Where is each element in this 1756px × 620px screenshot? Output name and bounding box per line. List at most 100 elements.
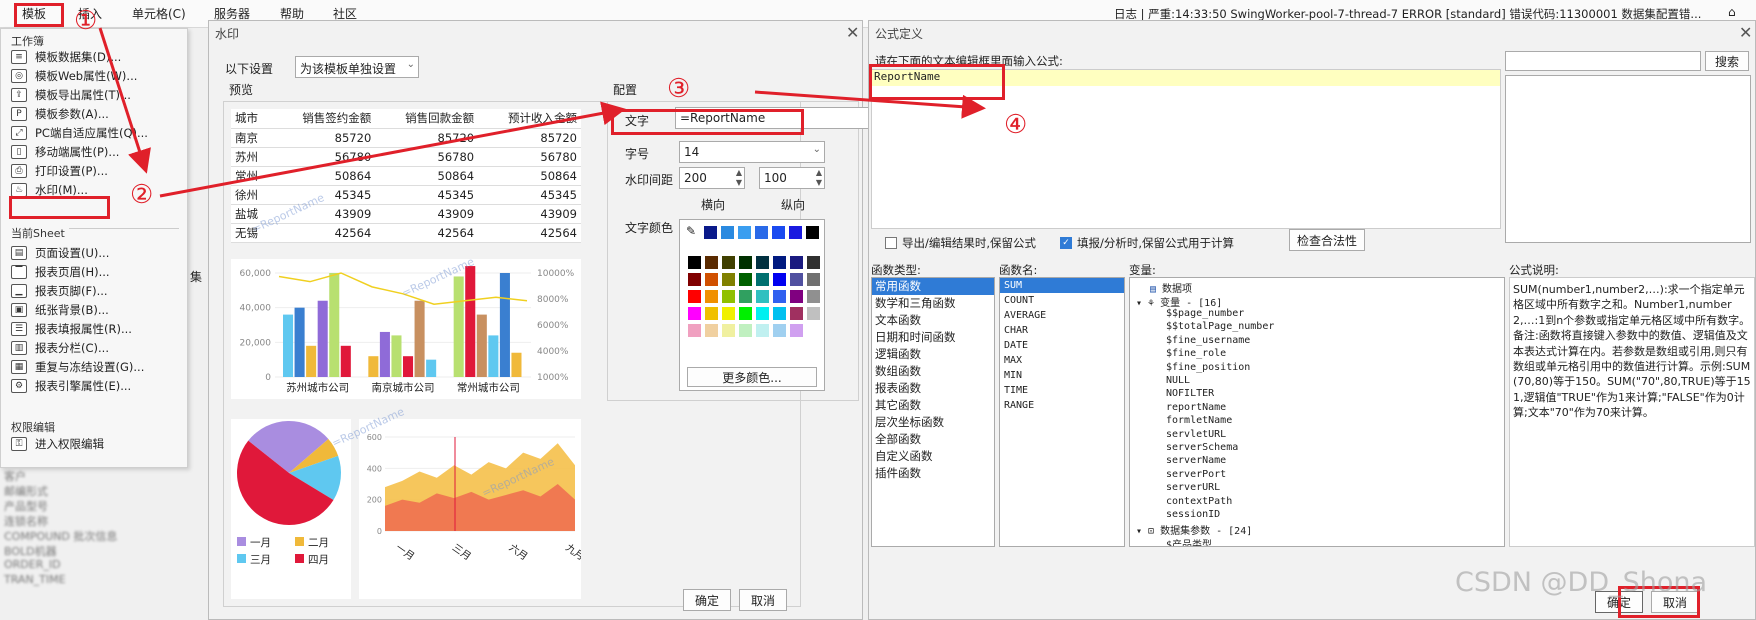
color-swatch[interactable]	[773, 290, 786, 303]
color-swatch[interactable]	[790, 256, 803, 269]
check-validity-button[interactable]: 检查合法性	[1289, 229, 1365, 251]
variable-item[interactable]: serverSchema	[1166, 442, 1238, 453]
menu-item[interactable]: ▁ 报表页脚(F)...	[11, 281, 181, 301]
menu-item[interactable]: ⤢ PC端自适应属性(Q)...	[11, 123, 181, 143]
color-swatch[interactable]	[722, 290, 735, 303]
function-name-item[interactable]: RANGE	[1000, 398, 1124, 413]
function-name-item[interactable]: MAX	[1000, 353, 1124, 368]
tree-field-item[interactable]: 连锁名称	[4, 513, 48, 529]
color-swatch[interactable]	[739, 307, 752, 320]
function-name-item[interactable]: AVERAGE	[1000, 308, 1124, 323]
spacing-horizontal-input[interactable]: 200 ▲ ▼	[679, 167, 745, 189]
variable-item[interactable]: serverName	[1166, 455, 1226, 466]
var-group-dataset-params[interactable]: ▾ ⊡ 数据集参数 - [24]	[1136, 522, 1252, 537]
function-type-item[interactable]: 文本函数	[872, 312, 994, 329]
function-name-list[interactable]: SUM COUNT AVERAGE CHAR DATE MAX MIN TIME RANGE	[999, 277, 1125, 547]
color-swatch[interactable]	[756, 290, 769, 303]
function-type-item[interactable]: 插件函数	[872, 465, 994, 482]
menu-item[interactable]: ▔ 报表页眉(H)...	[11, 262, 181, 282]
variable-item[interactable]: $fine_username	[1166, 335, 1250, 346]
color-swatch[interactable]	[739, 290, 752, 303]
menu-item[interactable]: ▯ 移动端属性(P)...	[11, 142, 181, 162]
tree-field-item[interactable]: 客户	[4, 468, 26, 484]
cancel-button[interactable]: 取消	[739, 589, 787, 611]
function-type-item[interactable]: 报表函数	[872, 380, 994, 397]
color-swatch[interactable]	[705, 324, 718, 337]
color-swatch[interactable]	[722, 256, 735, 269]
home-icon[interactable]: ⌂	[1728, 5, 1736, 19]
variable-item[interactable]: reportName	[1166, 402, 1226, 413]
function-type-item[interactable]: 数组函数	[872, 363, 994, 380]
color-swatch[interactable]	[756, 307, 769, 320]
function-type-item[interactable]: 常用函数	[872, 278, 994, 295]
var-group-variables[interactable]: ▾ ⚘ 变量 - [16]	[1136, 294, 1222, 309]
close-icon[interactable]: ✕	[846, 23, 859, 42]
color-swatch[interactable]	[688, 256, 701, 269]
variable-item[interactable]: $fine_role	[1166, 348, 1226, 359]
color-swatch[interactable]	[738, 226, 751, 239]
expand-icon[interactable]: ▾	[1136, 526, 1148, 537]
ok-button[interactable]: 确定	[683, 589, 731, 611]
function-name-item[interactable]: MIN	[1000, 368, 1124, 383]
tree-field-item[interactable]: 邮编形式	[4, 483, 48, 499]
menu-item[interactable]: ▤ 页面设置(U)...	[11, 243, 181, 263]
color-swatch[interactable]	[773, 307, 786, 320]
function-type-item[interactable]: 自定义函数	[872, 448, 994, 465]
menu-item[interactable]: ≡ 模板数据集(D)...	[11, 47, 181, 67]
color-swatch[interactable]	[807, 324, 820, 337]
color-swatch[interactable]	[789, 226, 802, 239]
color-swatch[interactable]	[688, 307, 701, 320]
color-swatch[interactable]	[722, 324, 735, 337]
variable-item[interactable]: contextPath	[1166, 496, 1232, 507]
menu-item[interactable]: ⎙ 打印设置(P)...	[11, 161, 181, 181]
color-swatch[interactable]	[773, 256, 786, 269]
function-name-item[interactable]: CHAR	[1000, 323, 1124, 338]
color-swatch[interactable]	[773, 324, 786, 337]
function-type-list[interactable]: 常用函数 数学和三角函数 文本函数 日期和时间函数 逻辑函数 数组函数 报表函数 其它函数 层次…	[871, 277, 995, 547]
var-group-dataitem[interactable]: ▤ 数据项	[1150, 280, 1192, 295]
color-swatch[interactable]	[739, 324, 752, 337]
more-colors-button[interactable]: 更多颜色...	[687, 367, 817, 387]
color-palette[interactable]: ✎	[679, 219, 825, 391]
tree-field-item[interactable]: TRAN_TIME	[4, 573, 66, 586]
function-name-item[interactable]: DATE	[1000, 338, 1124, 353]
color-swatch[interactable]	[739, 273, 752, 286]
function-type-item[interactable]: 层次坐标函数	[872, 414, 994, 431]
eyedropper-icon[interactable]: ✎	[686, 224, 696, 238]
search-results-list[interactable]	[1505, 75, 1751, 243]
color-swatch[interactable]	[721, 226, 734, 239]
fontsize-select[interactable]: 14 ⌄	[679, 141, 825, 163]
variable-item[interactable]: NULL	[1166, 375, 1190, 386]
function-name-item[interactable]: COUNT	[1000, 293, 1124, 308]
color-swatch[interactable]	[772, 226, 785, 239]
menu-item[interactable]: ▦ 重复与冻结设置(G)...	[11, 357, 181, 377]
color-swatch[interactable]	[739, 256, 752, 269]
menu-item[interactable]: ☰ 报表填报属性(R)...	[11, 319, 181, 339]
color-swatch[interactable]	[704, 226, 717, 239]
color-swatch[interactable]	[705, 256, 718, 269]
color-swatch[interactable]	[688, 324, 701, 337]
color-swatch[interactable]	[806, 226, 819, 239]
color-swatch[interactable]	[756, 324, 769, 337]
apply-scope-select[interactable]: 为该模板单独设置 ⌄	[295, 56, 419, 78]
search-button[interactable]: 搜索	[1705, 51, 1749, 71]
color-swatch[interactable]	[790, 324, 803, 337]
function-type-item[interactable]: 日期和时间函数	[872, 329, 994, 346]
variable-tree[interactable]: ▤ 数据项 ▾ ⚘ 变量 - [16] $$page_number $$totalPa…	[1129, 277, 1505, 547]
color-swatch[interactable]	[688, 290, 701, 303]
function-name-item[interactable]: TIME	[1000, 383, 1124, 398]
menu-item[interactable]: ⚿ 进入权限编辑	[11, 434, 181, 454]
color-swatch[interactable]	[807, 256, 820, 269]
menu-item[interactable]: ⇪ 模板导出属性(T)...	[11, 85, 181, 105]
variable-item[interactable]: servletURL	[1166, 429, 1226, 440]
color-swatch[interactable]	[807, 290, 820, 303]
close-icon[interactable]: ✕	[1739, 23, 1752, 42]
variable-item[interactable]: NOFILTER	[1166, 388, 1214, 399]
menu-item[interactable]: ⚙ 报表引擎属性(E)...	[11, 376, 181, 396]
tree-field-item[interactable]: COMPOUND 批次信息	[4, 528, 117, 544]
function-type-item[interactable]: 逻辑函数	[872, 346, 994, 363]
fill-keep-checkbox[interactable]: ✓	[1060, 237, 1072, 249]
export-keep-checkbox[interactable]	[885, 237, 897, 249]
color-swatch[interactable]	[705, 307, 718, 320]
color-swatch[interactable]	[756, 256, 769, 269]
